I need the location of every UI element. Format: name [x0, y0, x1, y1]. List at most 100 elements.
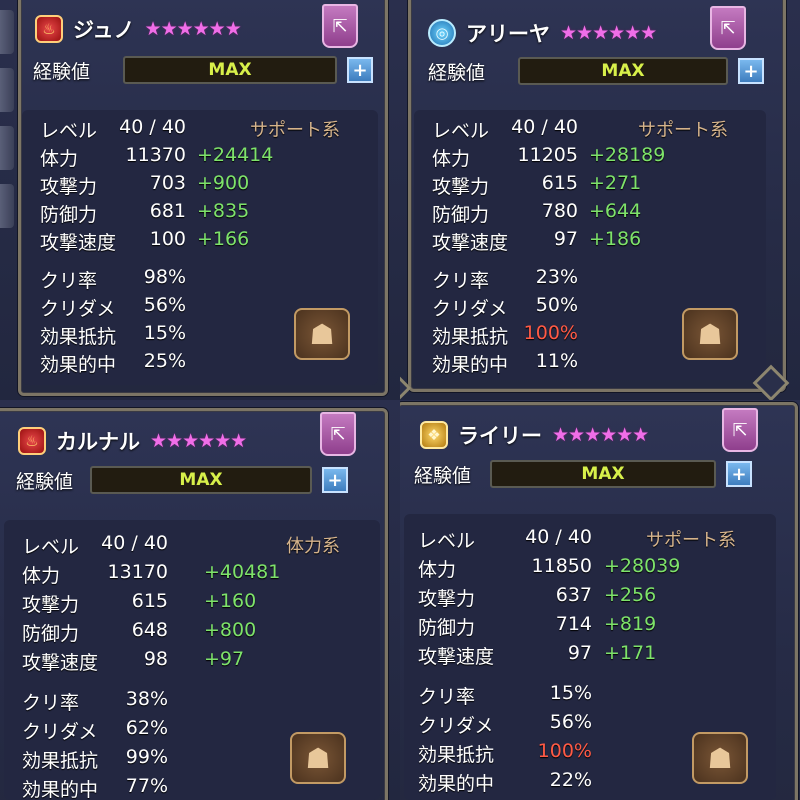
- stat-label: クリ率: [22, 692, 80, 714]
- monster-header: ◎ アリーヤ ★★★★★★: [428, 18, 657, 48]
- star-rating: ★★★★★★: [144, 18, 242, 40]
- stat-row: 防御力 780 +644: [414, 200, 754, 228]
- stat-label: 効果的中: [40, 354, 117, 376]
- side-tabs: [0, 10, 16, 242]
- stat-bonus: +835: [197, 200, 250, 222]
- stat-value: 98%: [143, 266, 186, 288]
- category-label: サポート系: [250, 120, 340, 141]
- stat-row: 防御力 681 +835: [22, 200, 362, 228]
- stat-value: 637: [555, 584, 592, 606]
- stat-value: 50%: [535, 294, 578, 316]
- rune-mask-icon: ☗: [697, 317, 723, 351]
- stat-value: 40 / 40: [525, 526, 592, 548]
- add-exp-button[interactable]: +: [347, 57, 373, 83]
- stat-value: 99%: [125, 746, 168, 768]
- stat-label: クリダメ: [432, 298, 508, 320]
- stat-value: 22%: [549, 769, 592, 791]
- monster-header: ❖ ライリー ★★★★★★: [420, 420, 649, 450]
- stat-value: 648: [131, 619, 168, 641]
- stat-label: 効果抵抗: [22, 750, 99, 772]
- exp-row: 経験値 MAX +: [414, 460, 752, 488]
- rune-button[interactable]: ☗: [290, 732, 346, 784]
- stat-label: 攻撃速度: [432, 232, 509, 254]
- share-button[interactable]: ⇱: [710, 6, 746, 50]
- share-icon: ⇱: [720, 17, 736, 39]
- star-rating: ★★★★★★: [552, 424, 649, 446]
- stat-label: 防御力: [22, 623, 80, 645]
- stat-bonus: +97: [204, 648, 245, 670]
- share-button[interactable]: ⇱: [320, 412, 356, 456]
- stat-bonus: +166: [197, 228, 250, 250]
- monster-header: ♨ ジュノ ★★★★★★: [35, 14, 242, 44]
- stat-value: 23%: [535, 266, 578, 288]
- stat-row: 体力 11205 +28189: [414, 144, 754, 172]
- stat-value-highlight: 100%: [523, 322, 578, 344]
- stat-label: クリダメ: [40, 298, 116, 320]
- stat-label: 攻撃力: [22, 594, 80, 616]
- stat-value: 98: [143, 648, 168, 670]
- stat-label: 防御力: [40, 204, 98, 226]
- stat-bonus: +819: [604, 613, 657, 635]
- fire-element-icon: ♨: [18, 427, 46, 455]
- stat-row: 攻撃力 615 +271: [414, 172, 754, 200]
- stat-value: 77%: [125, 775, 168, 797]
- stat-value: 11205: [517, 144, 578, 166]
- stat-bonus: +171: [604, 642, 657, 664]
- exp-value: MAX: [601, 61, 645, 81]
- stat-bonus: +186: [589, 228, 642, 250]
- stat-bonus: +28039: [604, 555, 681, 577]
- stat-value-highlight: 100%: [537, 740, 592, 762]
- add-exp-button[interactable]: +: [322, 467, 348, 493]
- rune-button[interactable]: ☗: [692, 732, 748, 784]
- stat-value: 615: [131, 590, 168, 612]
- exp-value: MAX: [208, 60, 252, 80]
- stat-label: 効果抵抗: [418, 744, 495, 766]
- exp-bar: MAX: [90, 466, 312, 494]
- stat-row-level: レベル 40 / 40 サポート系: [22, 116, 362, 144]
- fire-element-icon: ♨: [35, 15, 63, 43]
- stat-label: レベル: [40, 120, 98, 142]
- stat-bonus: +644: [589, 200, 642, 222]
- stat-label: クリ率: [432, 270, 490, 292]
- star-rating: ★★★★★★: [150, 430, 247, 452]
- share-icon: ⇱: [332, 15, 348, 37]
- monster-panel-karnal: ♨ カルナル ★★★★★★ ⇱ 経験値 MAX + レベル 40 / 40 体力…: [0, 400, 400, 800]
- side-tab[interactable]: [0, 126, 14, 170]
- stat-value: 615: [541, 172, 578, 194]
- exp-row: 経験値 MAX +: [428, 57, 764, 85]
- water-element-icon: ◎: [428, 19, 456, 47]
- monster-name: ライリー: [458, 424, 542, 448]
- rune-button[interactable]: ☗: [682, 308, 738, 360]
- stat-label: レベル: [418, 530, 476, 552]
- side-tab[interactable]: [0, 184, 14, 228]
- exp-label: 経験値: [428, 61, 486, 84]
- stat-bonus: +271: [589, 172, 642, 194]
- share-button[interactable]: ⇱: [322, 4, 358, 48]
- stat-row-level: レベル 40 / 40 体力系: [4, 532, 344, 560]
- stat-bonus: +160: [204, 590, 257, 612]
- exp-bar: MAX: [490, 460, 716, 488]
- stat-value: 62%: [125, 717, 168, 739]
- stat-label: 効果抵抗: [40, 326, 117, 348]
- rune-button[interactable]: ☗: [294, 308, 350, 360]
- stat-bonus: +40481: [204, 561, 281, 583]
- add-exp-button[interactable]: +: [738, 58, 764, 84]
- monster-name: ジュノ: [73, 18, 135, 42]
- stat-value: 100: [149, 228, 186, 250]
- side-tab[interactable]: [0, 68, 14, 112]
- add-exp-button[interactable]: +: [726, 461, 752, 487]
- stat-value: 15%: [549, 682, 592, 704]
- monster-name: アリーヤ: [466, 22, 550, 46]
- side-tab[interactable]: [0, 10, 14, 54]
- stat-row: 体力 11370 +24414: [22, 144, 362, 172]
- stat-value: 40 / 40: [101, 532, 168, 554]
- plus-icon: +: [352, 59, 368, 81]
- stat-row: 防御力 648 +800: [4, 619, 344, 647]
- exp-row: 経験値 MAX +: [33, 56, 373, 84]
- share-button[interactable]: ⇱: [722, 408, 758, 452]
- stat-row: 攻撃速度 98 +97: [4, 648, 344, 676]
- stat-row: 攻撃力 637 +256: [404, 584, 744, 612]
- category-label: 体力系: [286, 536, 340, 557]
- stat-label: 防御力: [432, 204, 490, 226]
- stat-value: 11850: [531, 555, 592, 577]
